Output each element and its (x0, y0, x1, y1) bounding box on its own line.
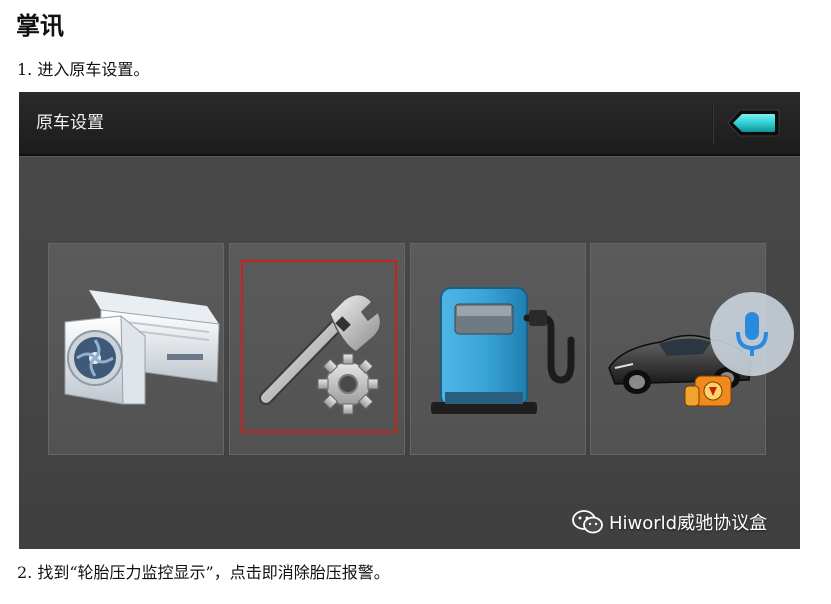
step-1-instruction: 1. 进入原车设置。 (17, 60, 150, 79)
watermark-text: Hiworld威驰协议盒 (609, 513, 768, 534)
settings-grid (48, 243, 768, 455)
back-button[interactable] (726, 108, 780, 138)
selection-highlight (241, 260, 397, 433)
head-unit-screenshot: 原车设置 Hiworld威驰协议盒 (19, 92, 800, 549)
fuel-pump-icon (431, 287, 575, 414)
step-2-instruction: 2. 找到“轮胎压力监控显示”，点击即消除胎压报警。 (17, 563, 390, 582)
air-conditioner-icon (64, 290, 220, 405)
page-title: 原车设置 (36, 113, 104, 133)
back-arrow-icon (727, 109, 780, 137)
tile-air-conditioner[interactable] (48, 243, 224, 455)
voice-input-button[interactable] (710, 292, 794, 376)
document-title: 掌讯 (16, 12, 64, 40)
watermark: Hiworld威驰协议盒 (572, 508, 767, 536)
microphone-icon (736, 312, 768, 356)
top-bar: 原车设置 (19, 92, 800, 156)
tile-vehicle-settings[interactable] (229, 243, 405, 455)
tile-fuel[interactable] (410, 243, 586, 455)
wechat-icon (572, 510, 603, 534)
header-divider (712, 102, 714, 144)
